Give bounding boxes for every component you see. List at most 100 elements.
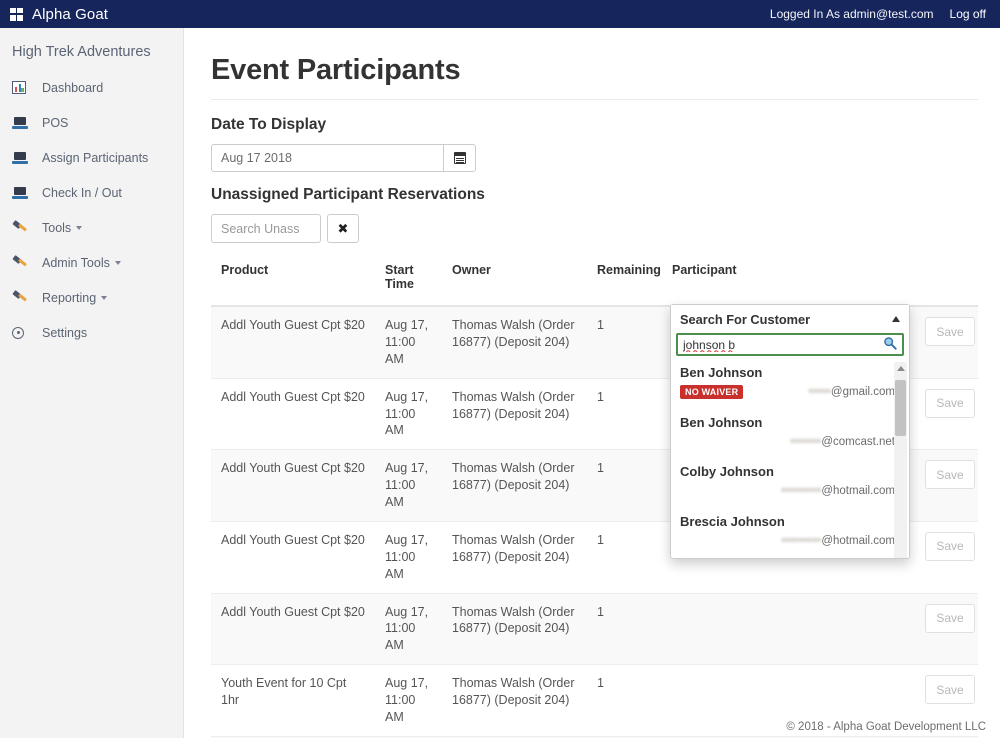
clear-search-button[interactable]: ✖ (327, 214, 359, 243)
sidebar-item-label: Assign Participants (42, 151, 148, 165)
cell-owner: Thomas Walsh (Order 16877) (Deposit 204) (442, 665, 587, 737)
cell-remaining: 1 (587, 593, 662, 665)
gear-icon (12, 325, 34, 341)
cell-action: Save (915, 593, 978, 665)
column-header-remaining: Remaining (587, 255, 662, 306)
sidebar: High Trek Adventures Dashboard POS Assig… (0, 28, 184, 738)
customer-name: Brescia Johnson (680, 512, 895, 532)
sidebar-item-label: Admin Tools (42, 256, 110, 270)
customer-meta: •••••••••@hotmail.com (680, 483, 895, 500)
customer-email: •••••••@comcast.net (790, 436, 895, 448)
sidebar-item-tools[interactable]: Tools (0, 210, 183, 245)
customer-meta: •••••••@comcast.net (680, 433, 895, 450)
date-input[interactable] (211, 144, 443, 172)
customer-search-dropdown[interactable]: Search For Customer Ben Johnson NO WAIVE… (670, 304, 910, 559)
brand-name: Alpha Goat (32, 6, 108, 23)
sidebar-item-check-in-out[interactable]: Check In / Out (0, 175, 183, 210)
navbar-right: Logged In As admin@test.com Log off (770, 7, 990, 21)
chevron-down-icon (115, 261, 121, 265)
log-off-link[interactable]: Log off (950, 7, 986, 21)
cell-action: Save (915, 521, 978, 593)
sidebar-item-pos[interactable]: POS (0, 105, 183, 140)
sidebar-item-label: Dashboard (42, 81, 103, 95)
cell-product: Youth Event for 10 Cpt 1hr (211, 665, 375, 737)
search-unassigned-input[interactable] (211, 214, 321, 243)
sidebar-item-reporting[interactable]: Reporting (0, 280, 183, 315)
customer-select-value: Search For Customer (680, 312, 810, 327)
save-button[interactable]: Save (925, 604, 975, 633)
sidebar-title: High Trek Adventures (0, 40, 183, 70)
customer-meta: •••••••••@hotmail.com (680, 532, 895, 549)
scrollbar-thumb[interactable] (895, 380, 906, 436)
top-navbar: Alpha Goat Logged In As admin@test.com L… (0, 0, 1000, 28)
cell-product: Addl Youth Guest Cpt $20 (211, 593, 375, 665)
column-header-action (915, 255, 978, 306)
cell-action: Save (915, 306, 978, 378)
chevron-down-icon (101, 296, 107, 300)
save-button[interactable]: Save (925, 317, 975, 346)
chevron-up-icon (892, 316, 900, 322)
hammer-icon (12, 220, 34, 236)
sidebar-item-admin-tools[interactable]: Admin Tools (0, 245, 183, 280)
footer-copyright: © 2018 - Alpha Goat Development LLC (786, 721, 986, 733)
cell-start-time: Aug 17,11:00 AM (375, 593, 442, 665)
column-header-start-time: StartTime (375, 255, 442, 306)
column-header-participant: Participant (662, 255, 915, 306)
cell-product: Addl Youth Guest Cpt $20 (211, 306, 375, 378)
customer-email: •••••@gmail.com (809, 386, 895, 398)
cell-remaining: 1 (587, 378, 662, 450)
chart-icon (12, 80, 34, 96)
save-button[interactable]: Save (925, 389, 975, 418)
cell-action: Save (915, 378, 978, 450)
table-row: Addl Youth Guest Cpt $20 Aug 17,11:00 AM… (211, 593, 978, 665)
customer-search-field-wrap (671, 333, 909, 360)
sidebar-item-assign-participants[interactable]: Assign Participants (0, 140, 183, 175)
save-button[interactable]: Save (925, 675, 975, 704)
table-header-row: Product StartTime Owner Remaining Partic… (211, 255, 978, 306)
scroll-up-arrow-icon[interactable] (897, 366, 905, 371)
list-item[interactable]: Brescia Johnson •••••••••@hotmail.com (671, 509, 909, 559)
sidebar-item-dashboard[interactable]: Dashboard (0, 70, 183, 105)
customer-meta: NO WAIVER •••••@gmail.com (680, 384, 895, 401)
laptop-icon (12, 185, 34, 201)
cell-start-time: Aug 17,11:00 AM (375, 306, 442, 378)
customer-name: Ben Johnson (680, 363, 895, 383)
grid-squares-icon (10, 8, 23, 21)
cell-remaining: 1 (587, 306, 662, 378)
dropdown-scrollbar[interactable] (894, 362, 907, 558)
list-item[interactable]: Ben Johnson •••••••@comcast.net (671, 410, 909, 460)
cell-product: Addl Youth Guest Cpt $20 (211, 521, 375, 593)
cell-owner: Thomas Walsh (Order 16877) (Deposit 204) (442, 593, 587, 665)
date-input-group (211, 144, 476, 172)
logged-in-status: Logged In As admin@test.com (770, 7, 934, 21)
laptop-icon (12, 115, 34, 131)
page-title: Event Participants (211, 54, 978, 100)
date-to-display-label: Date To Display (211, 116, 978, 134)
sidebar-item-settings[interactable]: Settings (0, 315, 183, 350)
cell-owner: Thomas Walsh (Order 16877) (Deposit 204) (442, 521, 587, 593)
customer-name: Colby Johnson (680, 462, 895, 482)
brand[interactable]: Alpha Goat (10, 6, 108, 23)
main-content: Event Participants Date To Display Unass… (184, 28, 1000, 738)
column-header-owner: Owner (442, 255, 587, 306)
sidebar-item-label: Settings (42, 326, 87, 340)
cell-start-time: Aug 17,11:00 AM (375, 665, 442, 737)
list-item[interactable]: Colby Johnson •••••••••@hotmail.com (671, 459, 909, 509)
cell-owner: Thomas Walsh (Order 16877) (Deposit 204) (442, 378, 587, 450)
customer-select-open[interactable]: Search For Customer (671, 305, 909, 333)
list-item[interactable]: Ben Johnson NO WAIVER •••••@gmail.com (671, 360, 909, 410)
cell-start-time: Aug 17,11:00 AM (375, 521, 442, 593)
column-header-product: Product (211, 255, 375, 306)
cell-product: Addl Youth Guest Cpt $20 (211, 378, 375, 450)
cell-remaining: 1 (587, 521, 662, 593)
calendar-picker-button[interactable] (443, 144, 476, 172)
save-button[interactable]: Save (925, 460, 975, 489)
customer-search-input[interactable] (676, 333, 904, 356)
cell-owner: Thomas Walsh (Order 16877) (Deposit 204) (442, 306, 587, 378)
chevron-down-icon (76, 226, 82, 230)
customer-name: Ben Johnson (680, 413, 895, 433)
hammer-icon (12, 290, 34, 306)
save-button[interactable]: Save (925, 532, 975, 561)
cell-start-time: Aug 17,11:00 AM (375, 450, 442, 522)
cell-product: Addl Youth Guest Cpt $20 (211, 450, 375, 522)
